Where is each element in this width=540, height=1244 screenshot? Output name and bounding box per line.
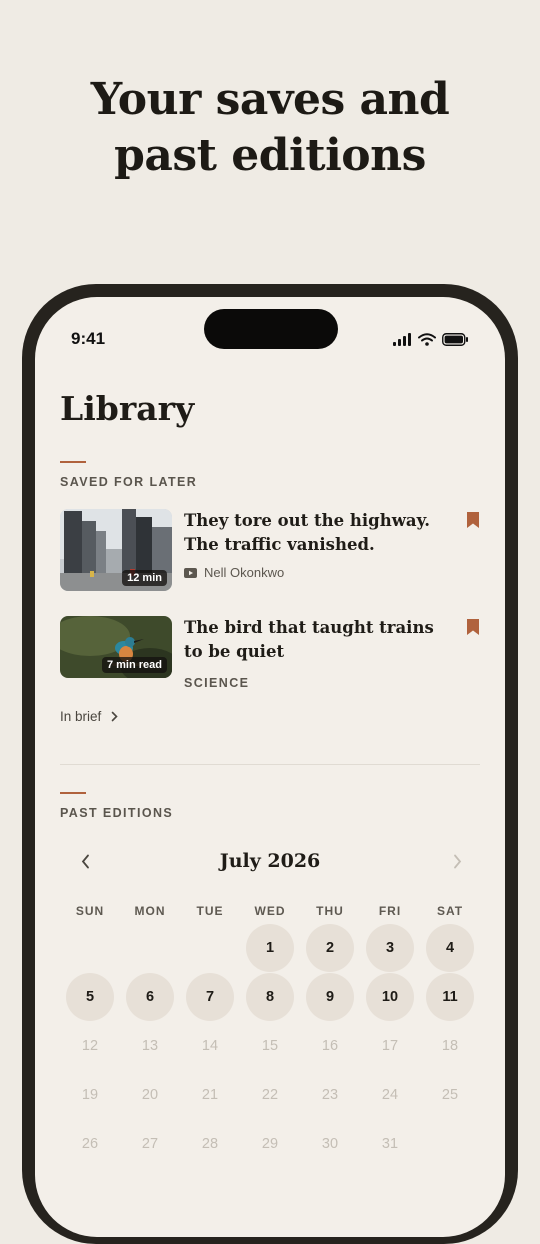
calendar-day-unavailable: 27 xyxy=(141,1136,159,1152)
chevron-right-icon xyxy=(453,854,461,868)
calendar-day-unavailable: 21 xyxy=(201,1087,219,1103)
calendar-day-available[interactable]: 6 xyxy=(126,973,174,1021)
bookmark-icon[interactable] xyxy=(466,618,480,636)
headline-line-1: Your saves and xyxy=(90,74,450,125)
promo-headline: Your saves and past editions xyxy=(0,72,540,184)
saved-section-label: SAVED FOR LATER xyxy=(60,475,198,489)
saved-article-card[interactable]: 7 min read The bird that taught trains t… xyxy=(60,616,480,690)
calendar-day-unavailable: 16 xyxy=(321,1038,339,1054)
calendar-day-unavailable: 24 xyxy=(381,1087,399,1103)
dynamic-island xyxy=(204,309,338,349)
calendar-day-unavailable: 12 xyxy=(81,1038,99,1054)
battery-icon xyxy=(442,333,468,346)
calendar-day-unavailable: 26 xyxy=(81,1136,99,1152)
past-section-label: PAST EDITIONS xyxy=(60,806,174,820)
calendar-day-unavailable: 29 xyxy=(261,1136,279,1152)
weekday-label: WED xyxy=(254,904,286,918)
weekday-label: SAT xyxy=(436,904,464,918)
article-tag: SCIENCE xyxy=(184,676,250,690)
duration-badge: 12 min xyxy=(122,570,167,586)
past-accent-rule xyxy=(60,792,86,794)
article-title[interactable]: The bird that taught trains to be quiet xyxy=(184,616,456,664)
calendar-day-available[interactable]: 5 xyxy=(66,973,114,1021)
calendar-day-available[interactable]: 9 xyxy=(306,973,354,1021)
section-divider xyxy=(60,764,480,765)
saved-accent-rule xyxy=(60,461,86,463)
calendar-day-unavailable: 20 xyxy=(141,1087,159,1103)
calendar-day-available[interactable]: 2 xyxy=(306,924,354,972)
calendar-day-available[interactable]: 11 xyxy=(426,973,474,1021)
calendar-day-available[interactable]: 4 xyxy=(426,924,474,972)
article-meta: Nell Okonkwo xyxy=(184,565,284,580)
bookmark-icon[interactable] xyxy=(466,511,480,529)
calendar-day-unavailable: 31 xyxy=(381,1136,399,1152)
calendar-day-unavailable: 25 xyxy=(441,1087,459,1103)
calendar-day-unavailable: 28 xyxy=(201,1136,219,1152)
calendar-day-unavailable: 14 xyxy=(201,1038,219,1054)
status-icons xyxy=(393,333,469,346)
signal-icon xyxy=(393,333,411,346)
next-month-button[interactable] xyxy=(445,849,469,873)
calendar-day-available[interactable]: 8 xyxy=(246,973,294,1021)
calendar-month: July 2026 xyxy=(219,850,321,872)
in-brief-link[interactable]: In brief xyxy=(60,709,118,724)
video-icon xyxy=(184,567,197,578)
weekday-label: MON xyxy=(134,904,166,918)
headline-line-2: past editions xyxy=(114,130,426,181)
calendar-day-available[interactable]: 3 xyxy=(366,924,414,972)
article-author: Nell Okonkwo xyxy=(204,565,285,580)
calendar-day-unavailable: 23 xyxy=(321,1087,339,1103)
weekday-label: FRI xyxy=(378,904,402,918)
weekday-label: TUE xyxy=(196,904,224,918)
calendar-day-available[interactable]: 1 xyxy=(246,924,294,972)
phone-screen: 9:41 Library SAVED FOR LATER 12 min They… xyxy=(35,297,505,1237)
status-time: 9:41 xyxy=(71,329,106,348)
article-thumbnail: 7 min read xyxy=(60,616,172,678)
calendar-day-available[interactable]: 7 xyxy=(186,973,234,1021)
calendar-day-unavailable: 17 xyxy=(381,1038,399,1054)
article-thumbnail: 12 min xyxy=(60,509,172,591)
duration-badge: 7 min read xyxy=(101,657,167,673)
calendar-day-unavailable: 30 xyxy=(321,1136,339,1152)
calendar-day-unavailable: 15 xyxy=(261,1038,279,1054)
saved-article-card[interactable]: 12 min They tore out the highway. The tr… xyxy=(60,509,480,593)
in-brief-label: In brief xyxy=(60,709,102,724)
calendar-day-unavailable: 22 xyxy=(261,1087,279,1103)
article-title[interactable]: They tore out the highway. The traffic v… xyxy=(184,509,456,557)
calendar-day-available[interactable]: 10 xyxy=(366,973,414,1021)
wifi-icon xyxy=(418,333,436,346)
calendar-day-unavailable: 19 xyxy=(81,1087,99,1103)
weekday-label: THU xyxy=(316,904,344,918)
weekday-label: SUN xyxy=(75,904,105,918)
chevron-right-icon xyxy=(111,711,118,722)
calendar-day-unavailable: 18 xyxy=(441,1038,459,1054)
page-title: Library xyxy=(60,389,195,428)
calendar-day-unavailable: 13 xyxy=(141,1038,159,1054)
